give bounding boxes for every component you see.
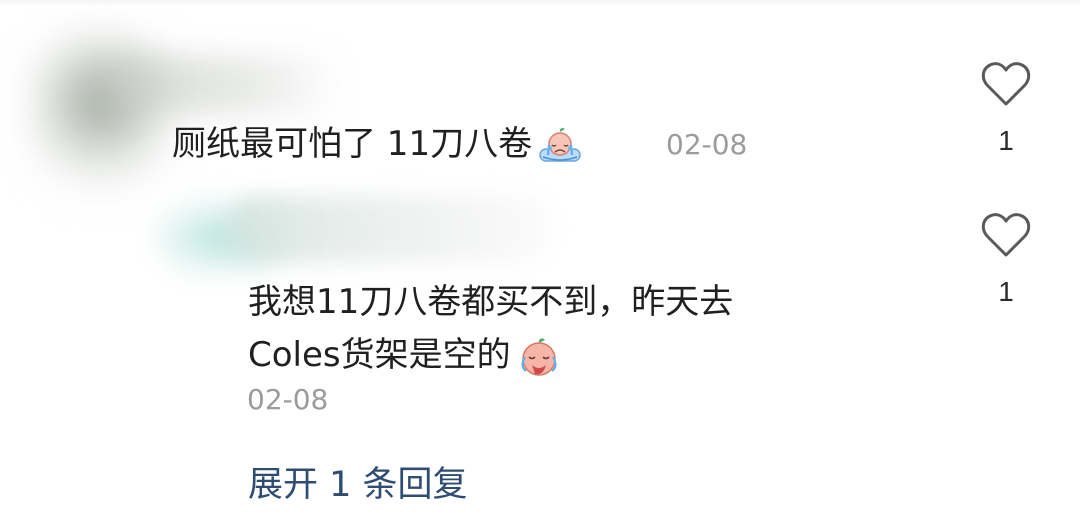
comment-like-count: 1	[998, 125, 1014, 156]
reply-line-2: Coles货架是空的	[248, 329, 733, 382]
reply-line-2-text: Coles货架是空的	[248, 335, 511, 375]
heart-outline-icon[interactable]	[971, 57, 1041, 113]
reply-like-count: 1	[998, 276, 1014, 307]
reply-line-1: 我想11刀八卷都买不到，昨天去	[248, 282, 734, 322]
comment-text: 厕纸最可怕了 11刀八卷	[172, 122, 585, 168]
crying-pillow-emoji-icon	[535, 124, 585, 168]
top-divider	[0, 0, 1080, 6]
reply-date: 02-08	[247, 383, 329, 416]
comment-content: 厕纸最可怕了 11刀八卷	[172, 124, 533, 164]
comment-like-control[interactable]: 1	[971, 57, 1041, 158]
reply-like-control[interactable]: 1	[971, 208, 1041, 309]
reply-text: 我想11刀八卷都买不到，昨天去 Coles货架是空的	[248, 276, 733, 382]
redacted-reply-username	[228, 196, 555, 262]
redacted-username	[110, 56, 345, 114]
expand-replies-link[interactable]: 展开 1 条回复	[248, 463, 468, 508]
comment-date: 02-08	[666, 128, 748, 161]
crying-face-emoji-icon	[514, 335, 564, 379]
heart-outline-icon[interactable]	[971, 208, 1041, 264]
